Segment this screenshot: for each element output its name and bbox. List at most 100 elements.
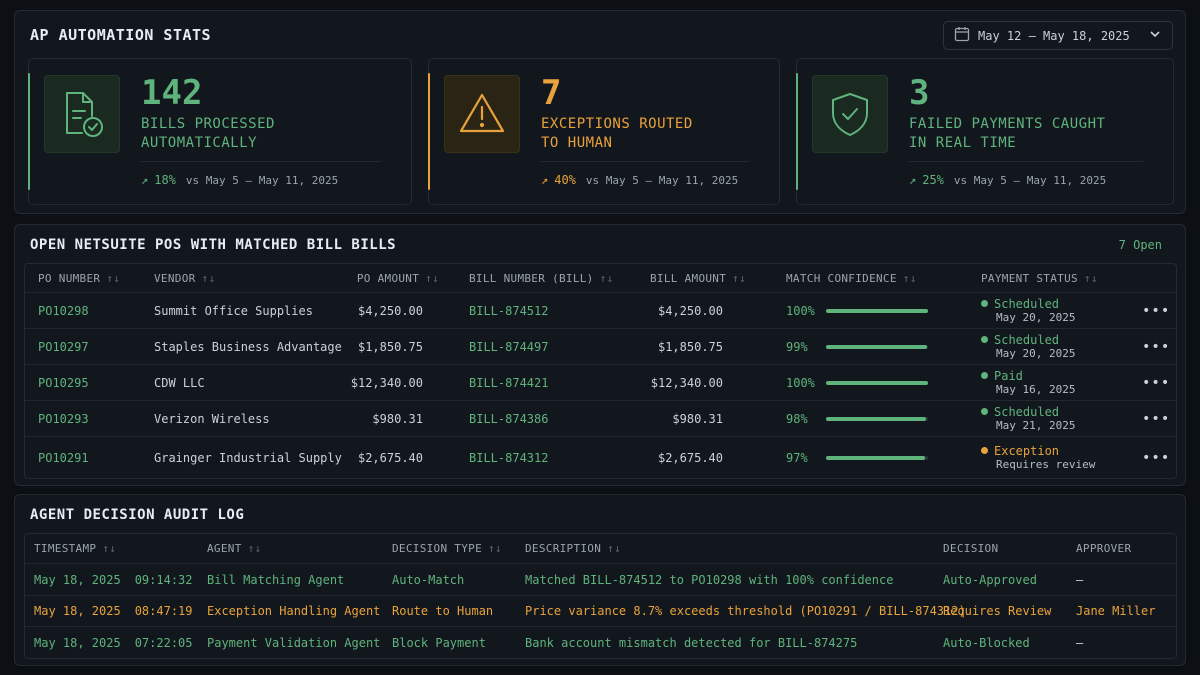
more-options-icon[interactable]: ••• bbox=[1142, 329, 1170, 364]
col-bill-amount[interactable]: BILL AMOUNT ↑↓ bbox=[650, 264, 746, 292]
bill-number-link[interactable]: BILL-874497 bbox=[469, 329, 548, 364]
col-bill-number[interactable]: BILL NUMBER (BILL) ↑↓ bbox=[469, 264, 613, 292]
confidence-bar bbox=[826, 308, 928, 313]
calendar-icon bbox=[954, 26, 970, 45]
more-options-icon[interactable]: ••• bbox=[1142, 401, 1170, 436]
decision: Auto-Blocked bbox=[943, 636, 1030, 650]
bills-processed-value: 142 bbox=[141, 73, 203, 113]
po-amount: $12,340.00 bbox=[350, 375, 423, 390]
more-options-icon[interactable]: ••• bbox=[1142, 437, 1170, 478]
bills-processed-label: BILLS PROCESSED AUTOMATICALLY bbox=[141, 116, 275, 151]
bill-number-link[interactable]: BILL-874312 bbox=[469, 437, 548, 478]
stat-card-exceptions-routed: 7 EXCEPTIONS ROUTED TO HUMAN ↗ 40% vs Ma… bbox=[428, 58, 780, 205]
decision-type: Auto-Match bbox=[392, 572, 465, 587]
confidence-bar bbox=[826, 380, 928, 385]
payment-status: Scheduled May 20, 2025 bbox=[981, 329, 1075, 364]
bill-amount: $1,850.75 bbox=[657, 339, 723, 354]
vendor-name: Verizon Wireless bbox=[154, 411, 270, 426]
bill-amount: $12,340.00 bbox=[650, 375, 723, 390]
po-number-link[interactable]: PO10298 bbox=[38, 293, 89, 328]
more-options-icon[interactable]: ••• bbox=[1142, 293, 1170, 328]
card-accent bbox=[796, 73, 798, 190]
change-percent: 25% bbox=[922, 173, 944, 187]
audit-row[interactable]: May 18, 2025 09:14:32 Bill Matching Agent… bbox=[25, 564, 1176, 596]
shield-check-icon bbox=[812, 75, 888, 153]
comparison-period: vs May 5 – May 11, 2025 bbox=[585, 173, 739, 187]
payment-status: Scheduled May 20, 2025 bbox=[981, 293, 1075, 328]
po-table-header: PO NUMBER ↑↓ VENDOR ↑↓ PO AMOUNT ↑↓ BILL NU… bbox=[25, 264, 1176, 293]
match-confidence: 99% bbox=[786, 329, 928, 364]
payment-status: Scheduled May 21, 2025 bbox=[981, 401, 1075, 436]
date-range-picker[interactable]: May 12 – May 18, 2025 bbox=[943, 21, 1173, 50]
exceptions-change: ↗ 40% vs May 5 – May 11, 2025 bbox=[541, 173, 738, 187]
sort-icon: ↑↓ bbox=[201, 271, 216, 285]
arrow-up-right-icon: ↗ bbox=[141, 173, 149, 187]
more-options-icon[interactable]: ••• bbox=[1142, 365, 1170, 400]
timestamp: May 18, 2025 08:47:19 bbox=[34, 604, 193, 618]
status-dot bbox=[981, 336, 988, 343]
vendor-name: Summit Office Supplies bbox=[154, 303, 313, 318]
change-percent: 40% bbox=[554, 173, 576, 187]
po-number-link[interactable]: PO10297 bbox=[38, 329, 89, 364]
exceptions-value: 7 bbox=[541, 73, 562, 113]
description: Price variance 8.7% exceeds threshold (P… bbox=[525, 604, 966, 618]
match-confidence: 100% bbox=[786, 293, 928, 328]
po-number-link[interactable]: PO10295 bbox=[38, 365, 89, 400]
col-po-amount[interactable]: PO AMOUNT ↑↓ bbox=[325, 264, 439, 292]
card-divider bbox=[141, 161, 381, 162]
sort-icon: ↑↓ bbox=[425, 271, 439, 285]
date-range-text: May 12 – May 18, 2025 bbox=[978, 28, 1130, 43]
decision: Requires Review bbox=[943, 604, 1052, 618]
po-number-link[interactable]: PO10293 bbox=[38, 401, 89, 436]
bill-number-link[interactable]: BILL-874512 bbox=[469, 293, 548, 328]
status-dot bbox=[981, 300, 988, 307]
audit-table: TIMESTAMP ↑↓ AGENT ↑↓ DECISION TYPE ↑↓ DESC… bbox=[24, 533, 1177, 659]
stats-panel: AP AUTOMATION STATS May 12 – May 18, 202… bbox=[14, 10, 1186, 214]
po-number-link[interactable]: PO10291 bbox=[38, 437, 89, 478]
stats-title: AP AUTOMATION STATS bbox=[30, 26, 212, 44]
stat-card-bills-processed: 142 BILLS PROCESSED AUTOMATICALLY ↗ 18% … bbox=[28, 58, 412, 205]
sort-icon: ↑↓ bbox=[902, 271, 917, 285]
col-agent[interactable]: AGENT ↑↓ bbox=[207, 534, 261, 563]
col-payment-status[interactable]: PAYMENT STATUS ↑↓ bbox=[981, 264, 1098, 292]
confidence-bar bbox=[826, 344, 928, 349]
payment-status: Exception Requires review bbox=[981, 437, 1095, 478]
audit-row[interactable]: May 18, 2025 07:22:05 Payment Validation … bbox=[25, 627, 1176, 659]
col-timestamp[interactable]: TIMESTAMP ↑↓ bbox=[34, 534, 116, 563]
agent-name: Payment Validation Agent bbox=[207, 636, 381, 650]
col-po-number[interactable]: PO NUMBER ↑↓ bbox=[38, 264, 120, 292]
open-pos-title: OPEN NETSUITE POS WITH MATCHED BILL BILL… bbox=[30, 237, 397, 253]
col-decision: DECISION bbox=[943, 542, 999, 555]
table-row[interactable]: PO10297 Staples Business Advantage $1,85… bbox=[25, 329, 1176, 365]
comparison-period: vs May 5 – May 11, 2025 bbox=[953, 173, 1107, 187]
po-amount: $4,250.00 bbox=[357, 303, 423, 318]
audit-row[interactable]: May 18, 2025 08:47:19 Exception Handling … bbox=[25, 596, 1176, 627]
status-dot bbox=[981, 372, 988, 379]
timestamp: May 18, 2025 07:22:05 bbox=[34, 636, 193, 650]
col-vendor[interactable]: VENDOR ↑↓ bbox=[154, 264, 215, 292]
po-amount: $2,675.40 bbox=[357, 450, 423, 465]
chevron-down-icon bbox=[1148, 27, 1162, 44]
confidence-bar-fill bbox=[826, 344, 927, 349]
bill-number-link[interactable]: BILL-874421 bbox=[469, 365, 548, 400]
confidence-bar-fill bbox=[826, 380, 928, 385]
comparison-period: vs May 5 – May 11, 2025 bbox=[185, 173, 339, 187]
change-percent: 18% bbox=[154, 173, 176, 187]
col-description[interactable]: DESCRIPTION ↑↓ bbox=[525, 534, 621, 563]
col-decision-type[interactable]: DECISION TYPE ↑↓ bbox=[392, 534, 502, 563]
bill-number-link[interactable]: BILL-874386 bbox=[469, 401, 548, 436]
sort-icon: ↑↓ bbox=[488, 542, 502, 555]
audit-log-title: AGENT DECISION AUDIT LOG bbox=[30, 507, 245, 523]
decision-type: Block Payment bbox=[392, 636, 486, 650]
table-row[interactable]: PO10293 Verizon Wireless $980.31 BILL-87… bbox=[25, 401, 1176, 437]
col-match-confidence[interactable]: MATCH CONFIDENCE ↑↓ bbox=[786, 264, 917, 292]
confidence-bar-fill bbox=[826, 308, 928, 313]
open-pos-panel: OPEN NETSUITE POS WITH MATCHED BILL BILL… bbox=[14, 224, 1186, 486]
table-row[interactable]: PO10298 Summit Office Supplies $4,250.00… bbox=[25, 293, 1176, 329]
audit-table-header: TIMESTAMP ↑↓ AGENT ↑↓ DECISION TYPE ↑↓ DESC… bbox=[25, 534, 1176, 564]
table-row[interactable]: PO10291 Grainger Industrial Supply $2,67… bbox=[25, 437, 1176, 478]
sort-icon: ↑↓ bbox=[607, 542, 622, 555]
approver: — bbox=[1076, 572, 1084, 587]
match-confidence: 100% bbox=[786, 365, 928, 400]
table-row[interactable]: PO10295 CDW LLC $12,340.00 BILL-874421 $… bbox=[25, 365, 1176, 401]
